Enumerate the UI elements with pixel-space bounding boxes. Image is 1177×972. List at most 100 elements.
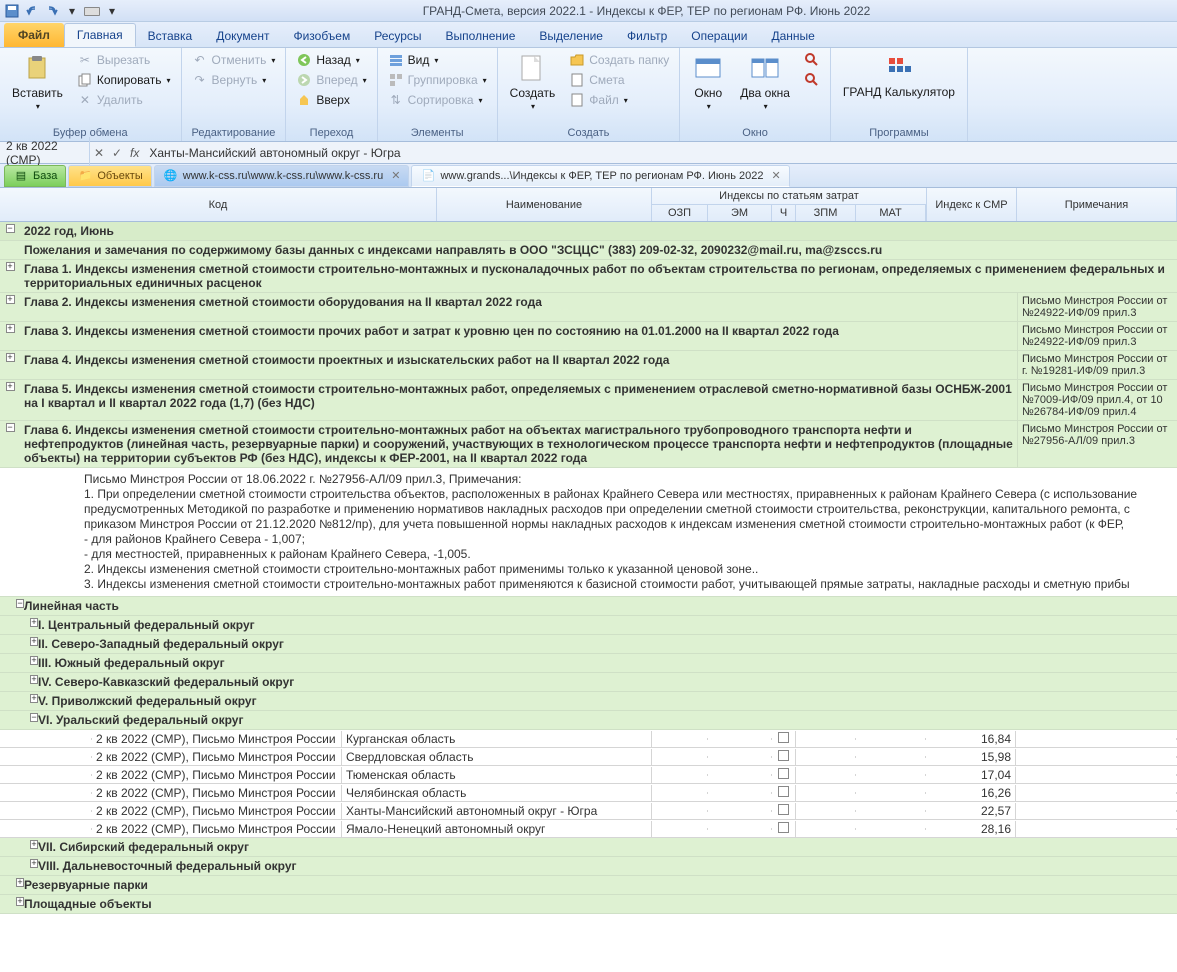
tree-row-linear[interactable]: − Линейная часть bbox=[0, 597, 1177, 616]
tree-row-fd2[interactable]: + II. Северо-Западный федеральный округ bbox=[0, 635, 1177, 654]
undo-button[interactable]: ↶Отменить▾ bbox=[188, 50, 280, 70]
fx-icon[interactable]: fx bbox=[126, 146, 143, 160]
cell-checkbox[interactable] bbox=[772, 803, 796, 819]
header-zpm[interactable]: ЗПМ bbox=[796, 205, 856, 221]
tree-row-fd5[interactable]: + V. Приволжский федеральный округ bbox=[0, 692, 1177, 711]
paste-button[interactable]: Вставить▾ bbox=[6, 50, 69, 113]
tree-row-fd8[interactable]: + VIII. Дальневосточный федеральный окру… bbox=[0, 857, 1177, 876]
expand-icon[interactable]: + bbox=[6, 295, 15, 304]
redo-button[interactable]: ↷Вернуть▾ bbox=[188, 70, 280, 90]
header-em[interactable]: ЭМ bbox=[708, 205, 772, 221]
cut-button[interactable]: ✂Вырезать bbox=[73, 50, 175, 70]
tree-row-ch5[interactable]: + Глава 5. Индексы изменения сметной сто… bbox=[0, 380, 1177, 421]
header-ch[interactable]: Ч bbox=[772, 205, 796, 221]
table-row[interactable]: 2 кв 2022 (СМР), Письмо Минстроя РоссииЧ… bbox=[0, 784, 1177, 802]
tree-row-ch2[interactable]: + Глава 2. Индексы изменения сметной сто… bbox=[0, 293, 1177, 322]
tree-row-fd3[interactable]: + III. Южный федеральный округ bbox=[0, 654, 1177, 673]
expand-icon[interactable]: + bbox=[6, 382, 15, 391]
forward-button[interactable]: Вперед▾ bbox=[292, 70, 370, 90]
table-row[interactable]: 2 кв 2022 (СМР), Письмо Минстроя РоссииХ… bbox=[0, 802, 1177, 820]
create-button[interactable]: Создать▾ bbox=[504, 50, 562, 113]
doctab-web[interactable]: 🌐www.k-css.ru\www.k-css.ru\www.k-css.ru✕ bbox=[154, 165, 410, 187]
cell-checkbox[interactable] bbox=[772, 785, 796, 801]
tree-row-ch1[interactable]: + Глава 1. Индексы изменения сметной сто… bbox=[0, 260, 1177, 293]
note-line: - для районов Крайнего Севера - 1,007; bbox=[84, 532, 1169, 547]
up-button[interactable]: Вверх bbox=[292, 90, 370, 110]
tree-row-square[interactable]: + Площадные объекты bbox=[0, 895, 1177, 914]
file-tab[interactable]: Файл bbox=[4, 23, 64, 47]
tree-row-contact[interactable]: Пожелания и замечания по содержимому баз… bbox=[0, 241, 1177, 260]
tab-physvol[interactable]: Физобъем bbox=[281, 25, 362, 47]
tab-filter[interactable]: Фильтр bbox=[615, 25, 679, 47]
undo-icon[interactable] bbox=[24, 3, 40, 19]
tab-operations[interactable]: Операции bbox=[679, 25, 759, 47]
view-button[interactable]: Вид▾ bbox=[384, 50, 491, 70]
tab-data[interactable]: Данные bbox=[759, 25, 826, 47]
back-button[interactable]: Назад▾ bbox=[292, 50, 370, 70]
dropdown-icon[interactable]: ▾ bbox=[104, 3, 120, 19]
group-button[interactable]: Группировка▾ bbox=[384, 70, 491, 90]
table-row[interactable]: 2 кв 2022 (СМР), Письмо Минстроя РоссииК… bbox=[0, 730, 1177, 748]
redo-icon[interactable] bbox=[44, 3, 60, 19]
window-button[interactable]: Окно▾ bbox=[686, 50, 730, 113]
expand-icon[interactable]: + bbox=[6, 353, 15, 362]
accept-edit-button[interactable]: ✓ bbox=[108, 146, 126, 160]
header-ozp[interactable]: ОЗП bbox=[652, 205, 708, 221]
search-button[interactable] bbox=[800, 50, 824, 70]
doctab-objects[interactable]: 📁Объекты bbox=[68, 165, 151, 187]
save-icon[interactable] bbox=[4, 3, 20, 19]
cell-checkbox[interactable] bbox=[772, 767, 796, 783]
create-estimate-button[interactable]: Смета bbox=[565, 70, 673, 90]
tree-row-year[interactable]: − 2022 год, Июнь bbox=[0, 222, 1177, 241]
tab-insert[interactable]: Вставка bbox=[136, 25, 205, 47]
close-icon[interactable]: ✕ bbox=[772, 169, 781, 182]
tree-row-fd1[interactable]: + I. Центральный федеральный округ bbox=[0, 616, 1177, 635]
calculator-button[interactable]: ГРАНД Калькулятор bbox=[837, 50, 961, 101]
doctab-active[interactable]: 📄www.grands...\Индексы к ФЕР, ТЕР по рег… bbox=[411, 165, 789, 187]
tab-main[interactable]: Главная bbox=[64, 23, 136, 47]
cancel-edit-button[interactable]: ✕ bbox=[90, 146, 108, 160]
delete-button[interactable]: ✕Удалить bbox=[73, 90, 175, 110]
expand-icon[interactable]: + bbox=[6, 262, 15, 271]
header-name[interactable]: Наименование bbox=[437, 188, 652, 221]
cell-checkbox[interactable] bbox=[772, 731, 796, 747]
collapse-icon[interactable]: − bbox=[6, 224, 15, 233]
table-row[interactable]: 2 кв 2022 (СМР), Письмо Минстроя РоссииЯ… bbox=[0, 820, 1177, 838]
keyboard-icon[interactable] bbox=[84, 3, 100, 19]
ribbon: Вставить▾ ✂Вырезать Копировать▾ ✕Удалить… bbox=[0, 48, 1177, 142]
two-windows-button[interactable]: Два окна▾ bbox=[734, 50, 796, 113]
tree-row-ch4[interactable]: + Глава 4. Индексы изменения сметной сто… bbox=[0, 351, 1177, 380]
tree-row-ch3[interactable]: + Глава 3. Индексы изменения сметной сто… bbox=[0, 322, 1177, 351]
tree-row-fd6[interactable]: − VI. Уральский федеральный округ bbox=[0, 711, 1177, 730]
tab-resources[interactable]: Ресурсы bbox=[362, 25, 433, 47]
table-row[interactable]: 2 кв 2022 (СМР), Письмо Минстроя РоссииТ… bbox=[0, 766, 1177, 784]
tree-row-fd7[interactable]: + VII. Сибирский федеральный округ bbox=[0, 838, 1177, 857]
header-code[interactable]: Код bbox=[0, 188, 437, 221]
header-mat[interactable]: МАТ bbox=[856, 205, 926, 221]
expand-icon[interactable]: + bbox=[6, 324, 15, 333]
create-file-button[interactable]: Файл▾ bbox=[565, 90, 673, 110]
tree-row-reserv[interactable]: + Резервуарные парки bbox=[0, 876, 1177, 895]
collapse-icon[interactable]: − bbox=[6, 423, 15, 432]
tab-document[interactable]: Документ bbox=[204, 25, 281, 47]
dropdown-icon[interactable]: ▾ bbox=[64, 3, 80, 19]
cell-code: 2 кв 2022 (СМР), Письмо Минстроя России bbox=[92, 821, 342, 837]
formula-input[interactable]: Ханты-Мансийский автономный округ - Югра bbox=[143, 144, 1177, 162]
tree-row-ch6[interactable]: − Глава 6. Индексы изменения сметной сто… bbox=[0, 421, 1177, 468]
create-folder-button[interactable]: Создать папку bbox=[565, 50, 673, 70]
cell-checkbox[interactable] bbox=[772, 821, 796, 837]
copy-button[interactable]: Копировать▾ bbox=[73, 70, 175, 90]
header-note[interactable]: Примечания bbox=[1017, 188, 1177, 221]
cell-checkbox[interactable] bbox=[772, 749, 796, 765]
cell-reference[interactable]: 2 кв 2022 (СМР) bbox=[0, 137, 90, 169]
search-next-button[interactable] bbox=[800, 70, 824, 90]
tree-row-fd4[interactable]: + IV. Северо-Кавказский федеральный окру… bbox=[0, 673, 1177, 692]
tab-execution[interactable]: Выполнение bbox=[434, 25, 528, 47]
table-row[interactable]: 2 кв 2022 (СМР), Письмо Минстроя РоссииС… bbox=[0, 748, 1177, 766]
tab-selection[interactable]: Выделение bbox=[527, 25, 615, 47]
header-idx[interactable]: Индексы по статьям затрат ОЗП ЭМ Ч ЗПМ М… bbox=[652, 188, 927, 221]
close-icon[interactable]: ✕ bbox=[391, 169, 400, 182]
sort-button[interactable]: ⇅Сортировка▾ bbox=[384, 90, 491, 110]
header-smr[interactable]: Индекс к СМР bbox=[927, 188, 1017, 221]
doctab-base[interactable]: ▤База bbox=[4, 165, 66, 187]
